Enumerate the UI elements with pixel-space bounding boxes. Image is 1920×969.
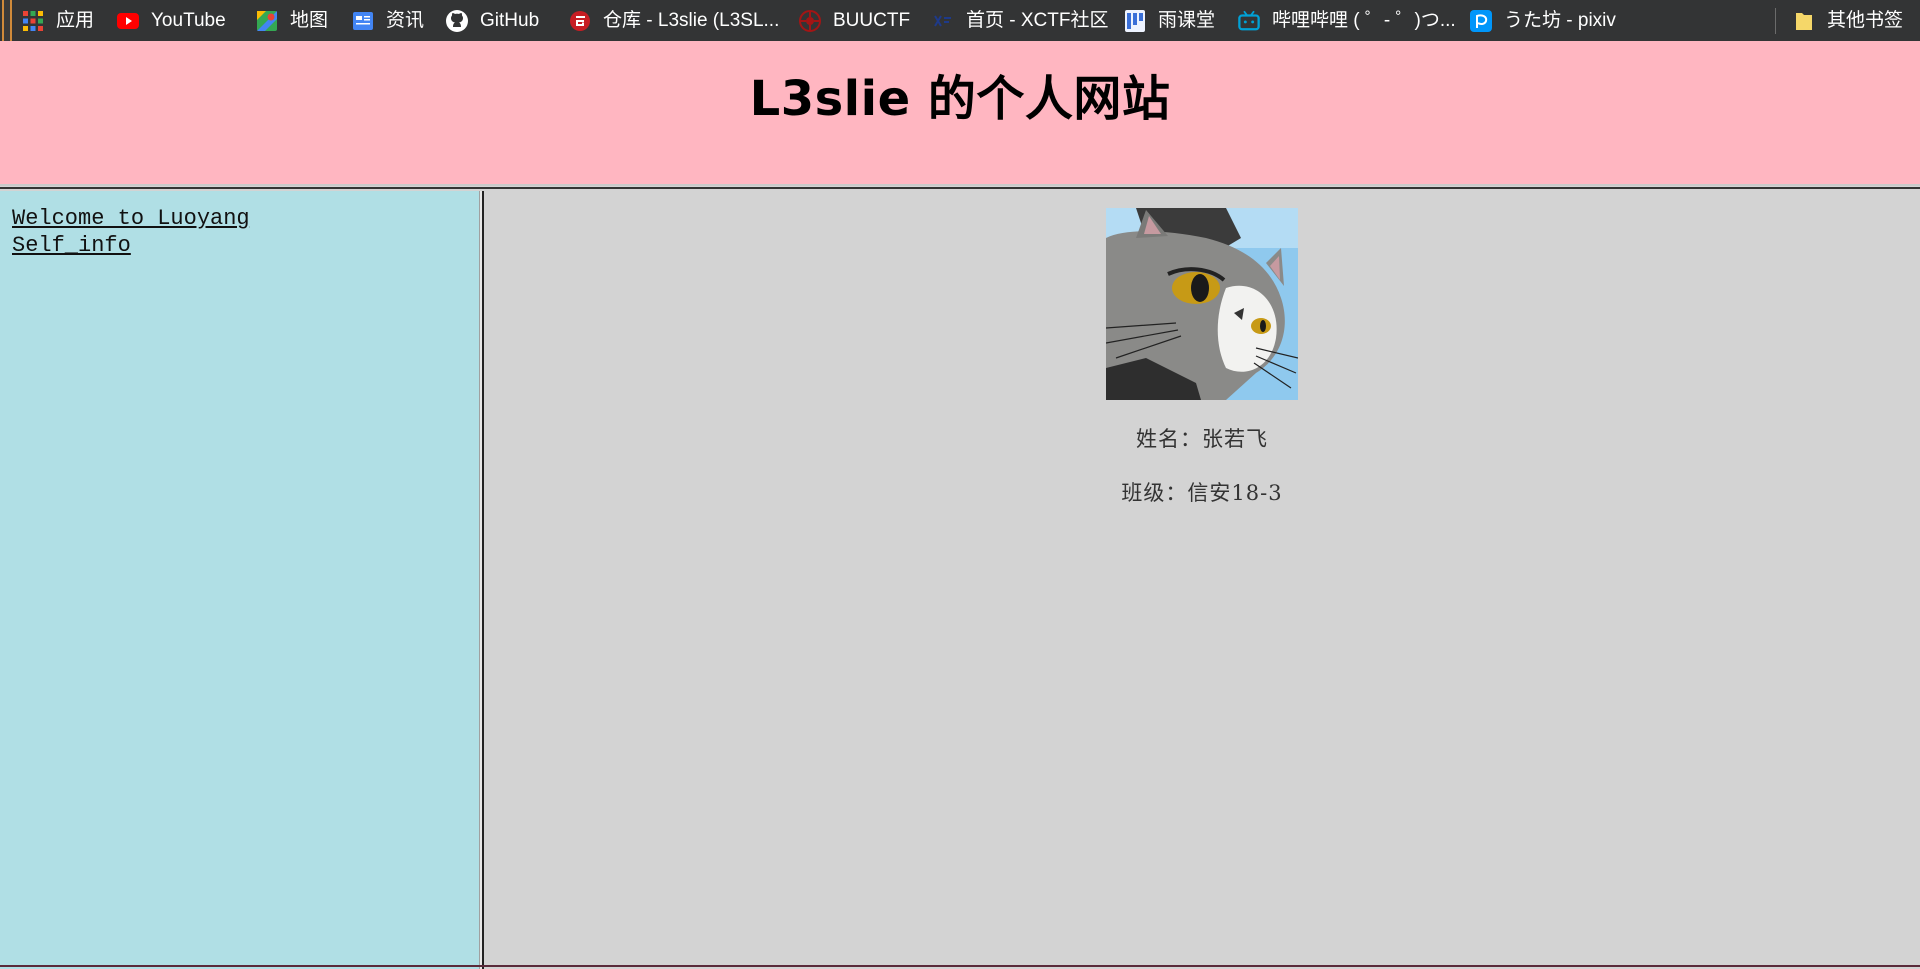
bookmark-label: 雨课堂 xyxy=(1158,10,1216,31)
frameset: Welcome to Luoyang Self_info 姓名：张若飞 班级：信… xyxy=(0,187,1920,969)
site-header: L3slie 的个人网站 xyxy=(0,41,1920,186)
profile-class: 班级：信安18-3 xyxy=(1121,481,1283,505)
nav-link-self-info[interactable]: Self_info xyxy=(12,232,467,259)
bookmarks-divider xyxy=(1775,8,1776,34)
nav-link-welcome[interactable]: Welcome to Luoyang xyxy=(12,205,467,232)
bookmark-news[interactable]: 资讯 xyxy=(352,0,424,41)
maps-icon xyxy=(256,10,278,32)
bookmark-pixiv[interactable]: うた坊 - pixiv xyxy=(1470,0,1616,41)
bookmark-youtube[interactable]: YouTube xyxy=(117,0,226,41)
bookmark-label: 资讯 xyxy=(386,10,425,31)
profile-name: 姓名：张若飞 xyxy=(1136,427,1268,451)
youtube-icon xyxy=(117,10,139,32)
folder-icon xyxy=(1793,10,1815,32)
bookmark-label: 哔哩哔哩 ( ゜- ゜)つ... xyxy=(1272,10,1456,31)
news-icon xyxy=(352,10,374,32)
bookmark-yuketang[interactable]: 雨课堂 xyxy=(1124,0,1215,41)
nav-links: Welcome to Luoyang Self_info xyxy=(0,191,479,273)
bookmark-label: 其他书签 xyxy=(1827,10,1904,31)
bookmark-github[interactable]: GitHub xyxy=(446,0,539,41)
avatar xyxy=(1106,208,1298,400)
bookmark-label: YouTube xyxy=(151,10,226,31)
bookmark-gitee[interactable]: 仓库 - L3slie (L3SL... xyxy=(569,0,779,41)
bookmark-bilibili[interactable]: 哔哩哔哩 ( ゜- ゜)つ... xyxy=(1238,0,1456,41)
bookmark-label: BUUCTF xyxy=(833,10,911,31)
gitee-icon xyxy=(569,10,591,32)
bookmark-label: GitHub xyxy=(480,10,540,31)
bookmarks-bar: 应用 YouTube 地图 资讯 GitHub 仓库 - L3slie (L3S… xyxy=(0,0,1920,58)
bookmark-label: 仓库 - L3slie (L3SL... xyxy=(603,10,780,31)
bookmark-label: 地图 xyxy=(290,10,329,31)
bookmark-other-folder[interactable]: 其他书签 xyxy=(1793,0,1903,41)
profile-section: 姓名：张若飞 班级：信安18-3 xyxy=(484,208,1920,507)
pixiv-icon xyxy=(1470,9,1492,32)
content-frame: 姓名：张若飞 班级：信安18-3 xyxy=(484,191,1920,969)
bookmark-buuctf[interactable]: BUUCTF xyxy=(799,0,910,41)
bookmark-apps[interactable]: 应用 xyxy=(22,0,94,41)
apps-grid-icon xyxy=(22,10,44,32)
bookmark-maps[interactable]: 地图 xyxy=(256,0,328,41)
github-icon xyxy=(446,9,468,32)
xctf-icon xyxy=(932,10,954,32)
bookmark-xctf[interactable]: 首页 - XCTF社区 xyxy=(932,0,1109,41)
left-nav-frame: Welcome to Luoyang Self_info xyxy=(0,191,479,969)
bilibili-icon xyxy=(1238,10,1260,32)
page-title: L3slie 的个人网站 xyxy=(749,71,1171,127)
bookmark-label: 首页 - XCTF社区 xyxy=(966,10,1109,31)
buuctf-icon xyxy=(799,9,821,32)
yuketang-icon xyxy=(1124,9,1146,32)
bookmark-label: うた坊 - pixiv xyxy=(1504,10,1616,31)
bookmark-label: 应用 xyxy=(56,10,95,31)
